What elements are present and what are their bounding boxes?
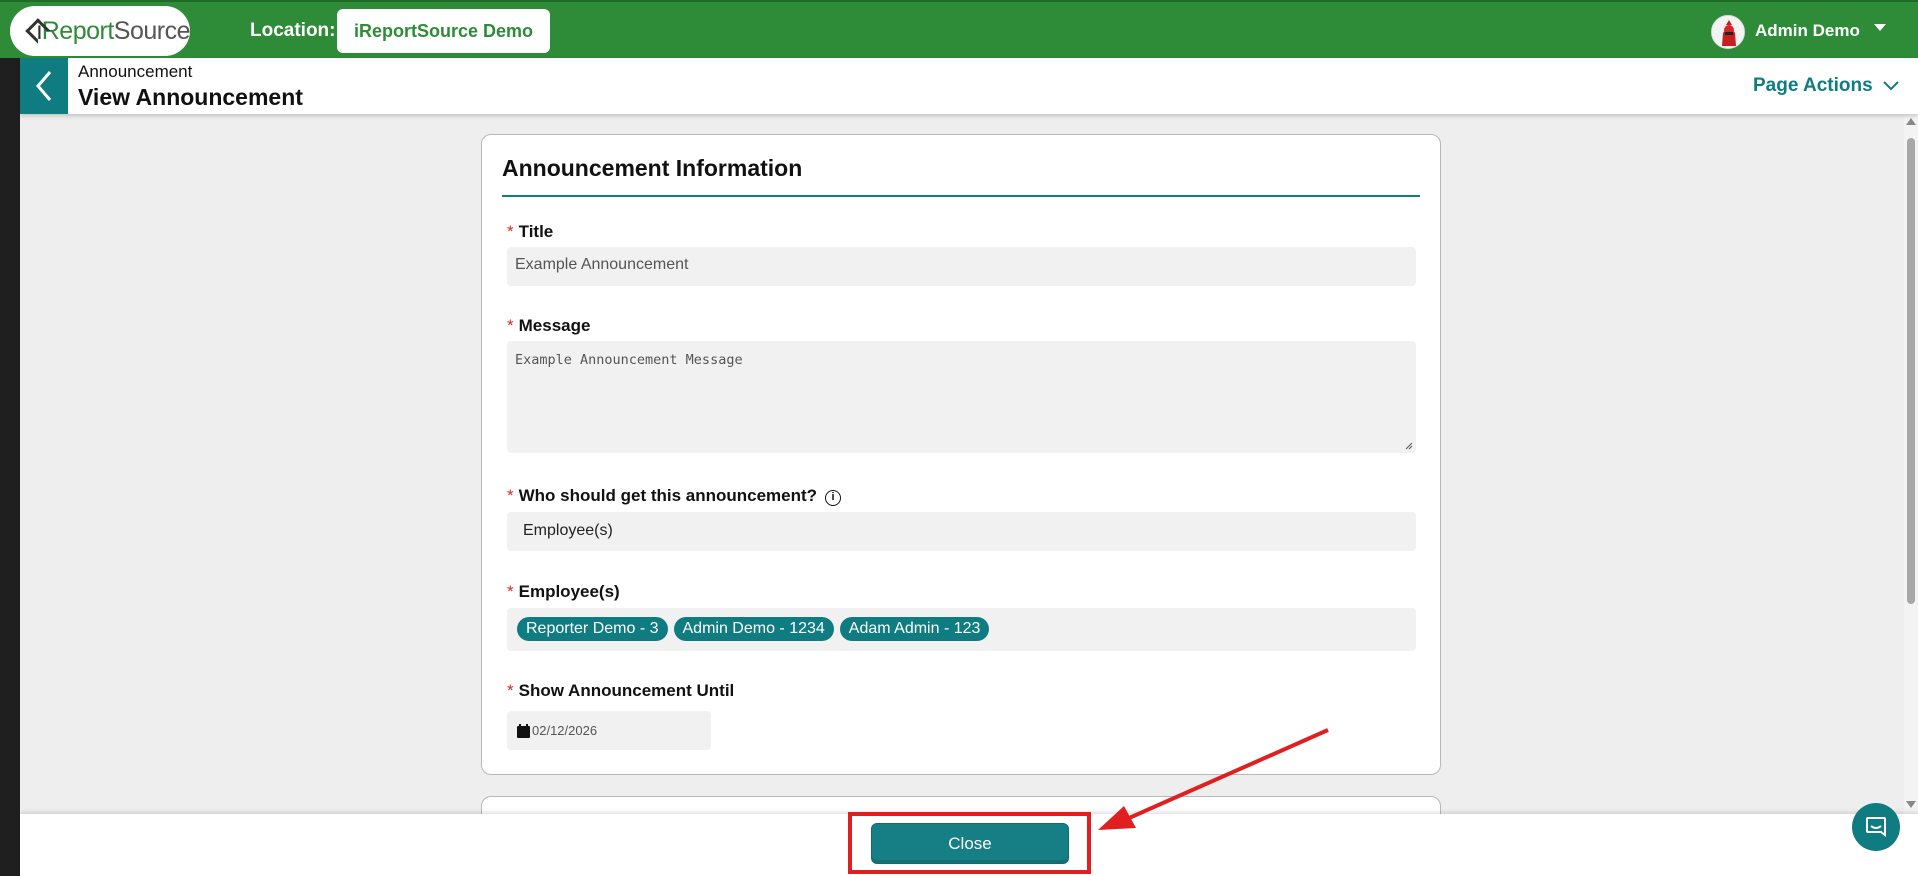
calendar-icon[interactable] xyxy=(517,723,530,738)
date-value: 02/12/2026 xyxy=(532,723,598,738)
highlight-box xyxy=(848,812,1091,874)
app-logo[interactable]: iReportSource xyxy=(10,6,191,56)
message-field[interactable]: Example Announcement Message xyxy=(507,341,1416,453)
logo-text: iReportSource xyxy=(36,16,191,45)
employee-chip[interactable]: Reporter Demo - 3 xyxy=(517,617,668,641)
annotation-arrow-icon xyxy=(1098,728,1329,830)
top-navigation-bar: iReportSource Location: iReportSource De… xyxy=(0,0,1918,58)
info-icon[interactable]: i xyxy=(825,490,842,506)
card-title: Announcement Information xyxy=(502,155,803,181)
required-marker: * xyxy=(507,681,514,700)
user-name[interactable]: Admin Demo xyxy=(1755,21,1860,41)
required-marker: * xyxy=(507,486,514,505)
scroll-down-arrow-icon[interactable] xyxy=(1906,801,1916,808)
show-until-label: * Show Announcement Until xyxy=(507,681,735,700)
page-title: View Announcement xyxy=(78,84,303,110)
user-menu-caret-icon[interactable] xyxy=(1874,24,1886,31)
content-area: Announcement Information * Title Example … xyxy=(20,114,1908,814)
scroll-up-arrow-icon[interactable] xyxy=(1906,118,1916,125)
required-marker: * xyxy=(507,222,514,241)
chevron-down-icon xyxy=(1882,81,1899,91)
required-marker: * xyxy=(507,316,514,335)
message-label: * Message xyxy=(507,316,591,335)
back-chevron-icon xyxy=(36,71,52,101)
audience-select[interactable]: Employee(s) xyxy=(507,512,1416,551)
resize-grip-icon[interactable] xyxy=(1405,442,1413,450)
employees-label: * Employee(s) xyxy=(507,582,620,601)
page-actions-menu[interactable]: Page Actions xyxy=(1753,75,1899,97)
vertical-scrollbar[interactable] xyxy=(1904,114,1918,814)
who-label: * Who should get this announcement? i xyxy=(507,486,842,506)
message-text: Example Announcement Message xyxy=(515,352,743,368)
user-avatar-icon[interactable] xyxy=(1711,15,1745,49)
title-label: * Title xyxy=(507,222,554,241)
location-selector[interactable]: iReportSource Demo xyxy=(337,9,551,53)
card-title-divider xyxy=(502,195,1420,197)
location-label: Location: xyxy=(250,20,336,41)
chat-icon xyxy=(1866,817,1886,837)
left-edge-strip xyxy=(0,0,20,876)
scroll-thumb[interactable] xyxy=(1907,138,1915,604)
back-button[interactable] xyxy=(20,58,68,114)
breadcrumb: Announcement xyxy=(78,62,193,81)
chat-launcher[interactable] xyxy=(1852,803,1900,851)
required-marker: * xyxy=(507,582,514,601)
title-field[interactable]: Example Announcement xyxy=(507,247,1416,286)
show-until-date-field[interactable]: 02/12/2026 xyxy=(507,711,711,750)
page-actions-label: Page Actions xyxy=(1753,75,1873,96)
announcement-info-card: Announcement Information * Title Example … xyxy=(481,134,1441,775)
employee-chip[interactable]: Admin Demo - 1234 xyxy=(673,617,834,641)
logo-mark-icon xyxy=(24,17,51,45)
employees-multiselect[interactable]: Reporter Demo - 3 Admin Demo - 1234 Adam… xyxy=(507,608,1416,651)
page-header: Announcement View Announcement Page Acti… xyxy=(20,58,1918,114)
employee-chip[interactable]: Adam Admin - 123 xyxy=(839,617,990,641)
